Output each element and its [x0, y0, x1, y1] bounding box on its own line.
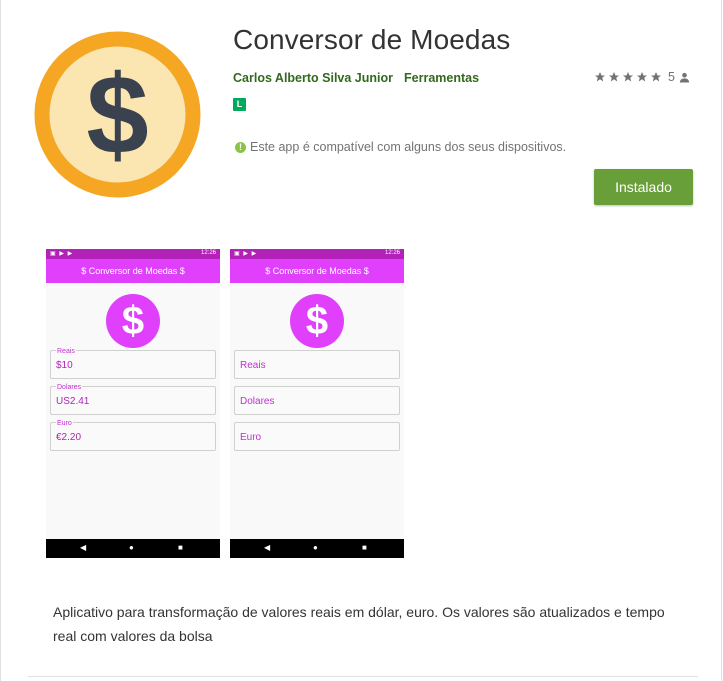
divider — [28, 676, 698, 677]
dollar-coin-icon: $ — [290, 294, 344, 348]
field-value: €2.20 — [56, 432, 82, 443]
screenshot-2[interactable]: ▣ ▶ ▶ 12:26 $ Conversor de Moedas $ $ Re… — [230, 249, 404, 558]
toolbar-title: $ Conversor de Moedas $ — [230, 259, 404, 283]
field-placeholder: Dolares — [240, 396, 275, 407]
reais-field: Reais $10 — [50, 348, 216, 379]
field-placeholder: Reais — [240, 360, 266, 371]
notification-icons: ▣ ▶ ▶ — [50, 251, 74, 257]
rating-stars: 5 — [594, 70, 690, 84]
dollar-coin-icon: $ — [106, 294, 160, 348]
back-icon: ◀ — [80, 543, 87, 552]
star-icon — [623, 72, 633, 82]
dollar-icon: $ — [86, 52, 148, 177]
content-rating-badge: L — [233, 98, 246, 111]
screenshot-1[interactable]: ▣ ▶ ▶ 12:26 $ Conversor de Moedas $ $ Re… — [46, 249, 220, 558]
euro-field: Euro — [234, 422, 400, 451]
app-title: Conversor de Moedas — [233, 24, 511, 55]
notification-icons: ▣ ▶ ▶ — [234, 251, 258, 257]
recents-icon: ■ — [178, 543, 183, 552]
dolares-field: Dolares — [234, 386, 400, 415]
star-icon — [637, 72, 647, 82]
info-icon: ! — [235, 141, 246, 153]
status-bar: ▣ ▶ ▶ 12:26 — [46, 249, 220, 259]
field-value: US2.41 — [56, 396, 90, 407]
star-icon — [651, 72, 661, 82]
compatibility-text: Este app é compatível com alguns dos seu… — [250, 140, 567, 154]
rating-count: 5 — [668, 70, 675, 84]
developer-link[interactable]: Carlos Alberto Silva Junior — [233, 71, 393, 85]
euro-field: Euro €2.20 — [50, 420, 216, 451]
app-details-card: $ Conversor de Moedas Carlos Alberto Sil… — [0, 0, 722, 681]
reais-field: Reais — [234, 350, 400, 379]
field-label: Reais — [56, 348, 76, 355]
star-icon — [595, 72, 605, 82]
status-bar: ▣ ▶ ▶ 12:26 — [230, 249, 404, 259]
android-navbar: ◀ ● ■ — [46, 539, 220, 558]
field-label: Dolares — [56, 384, 83, 391]
field-label: Euro — [56, 420, 73, 427]
field-placeholder: Euro — [240, 432, 262, 443]
recents-icon: ■ — [362, 543, 367, 552]
app-icon: $ — [34, 31, 201, 198]
field-value: $10 — [56, 360, 73, 371]
category-link[interactable]: Ferramentas — [404, 71, 479, 85]
home-icon: ● — [313, 543, 318, 552]
person-icon — [679, 72, 690, 83]
home-icon: ● — [129, 543, 134, 552]
back-icon: ◀ — [264, 543, 271, 552]
compatibility-notice: ! Este app é compatível com alguns dos s… — [235, 140, 566, 154]
dolares-field: Dolares US2.41 — [50, 384, 216, 415]
toolbar-title: $ Conversor de Moedas $ — [46, 259, 220, 283]
star-icon — [609, 72, 619, 82]
status-time: 12:26 — [384, 250, 400, 256]
status-time: 12:26 — [200, 250, 216, 256]
android-navbar: ◀ ● ■ — [230, 539, 404, 558]
install-button[interactable]: Instalado — [594, 169, 693, 205]
app-description: Aplicativo para transformação de valores… — [53, 604, 665, 644]
